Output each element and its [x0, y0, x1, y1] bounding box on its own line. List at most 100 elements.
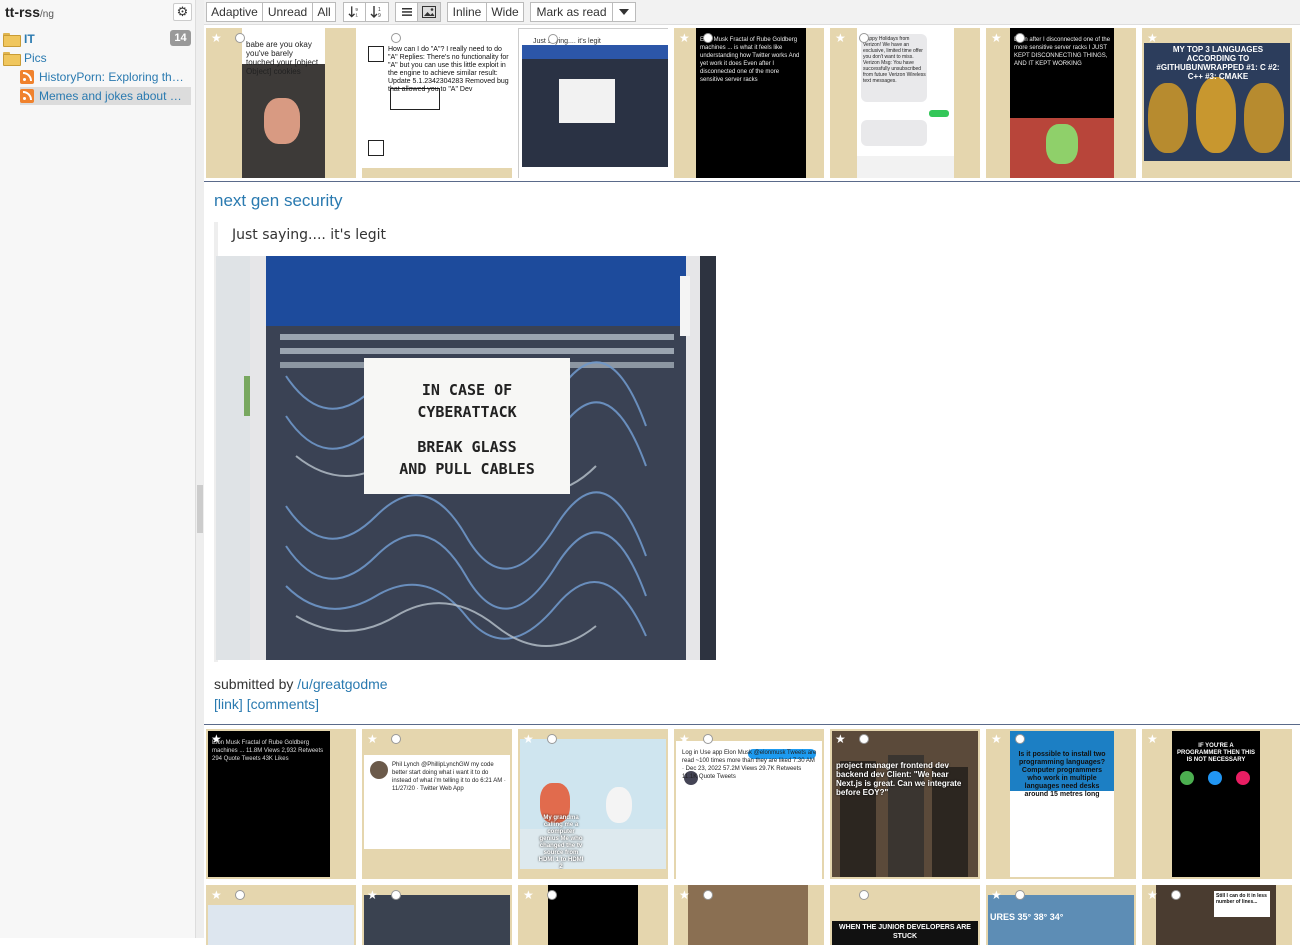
select-checkbox[interactable]: [391, 734, 401, 744]
grid-view-icon[interactable]: [417, 2, 441, 22]
headline-card[interactable]: ★: [206, 885, 356, 945]
thumbnail-caption: Log in Use app Elon Musk @elonmusk Tweet…: [682, 750, 817, 780]
thumbnail-image: WHEN THE JUNIOR DEVELOPERS ARE STUCK: [832, 921, 978, 945]
star-icon[interactable]: ★: [367, 889, 378, 901]
star-icon[interactable]: ★: [835, 733, 846, 745]
feed-item-historyporn[interactable]: HistoryPorn: Exploring the Past: [20, 68, 184, 86]
headline-card[interactable]: Just saying.... it's legit ★: [518, 28, 669, 179]
article-title-link[interactable]: next gen security: [214, 191, 343, 211]
feed-tree-sidebar: tt-rss/ng ⚙ IT 14 Pics HistoryPorn: Expl…: [0, 0, 196, 938]
headline-card[interactable]: ★: [362, 885, 512, 945]
star-icon[interactable]: ★: [1147, 733, 1158, 745]
thumbnail-image: Log in Use app Elon Musk @elonmusk Tweet…: [676, 741, 822, 879]
star-icon[interactable]: ★: [991, 733, 1002, 745]
headline-card[interactable]: URES 35° 38° 34° ★: [986, 885, 1136, 945]
feed-label: HistoryPorn: Exploring the Past: [39, 70, 184, 84]
headline-card[interactable]: Is it possible to install two programmin…: [986, 729, 1136, 879]
view-mode-all-button[interactable]: All: [312, 2, 336, 22]
chevron-down-icon[interactable]: [612, 2, 636, 22]
select-checkbox[interactable]: [235, 890, 245, 900]
select-checkbox[interactable]: [547, 890, 557, 900]
rss-icon: [20, 70, 34, 84]
thumbnail-image: How can I do "A"? I really need to do "A…: [362, 28, 512, 168]
star-icon[interactable]: ★: [211, 889, 222, 901]
select-checkbox[interactable]: [703, 890, 713, 900]
sidebar-splitter[interactable]: [196, 0, 204, 938]
thumbnail-caption: Happy Holidays from Verizon! We have an …: [863, 36, 926, 84]
star-icon[interactable]: ★: [679, 889, 690, 901]
star-icon[interactable]: ★: [211, 32, 222, 44]
thumbnail-caption: Elon Musk Fractal of Rube Goldberg machi…: [700, 37, 800, 83]
article-image[interactable]: IN CASE OF CYBERATTACK BREAK GLASS AND P…: [216, 256, 716, 660]
inline-mode-button[interactable]: Inline: [447, 2, 486, 22]
wide-mode-button[interactable]: Wide: [486, 2, 524, 22]
star-icon[interactable]: ★: [367, 32, 378, 44]
star-icon[interactable]: ★: [524, 33, 535, 45]
sort-ascending-icon[interactable]: 19: [365, 2, 389, 22]
sort-descending-icon[interactable]: 91: [343, 2, 365, 22]
headline-card[interactable]: Log in Use app Elon Musk @elonmusk Tweet…: [674, 729, 824, 879]
select-checkbox[interactable]: [859, 890, 869, 900]
select-checkbox[interactable]: [235, 33, 245, 43]
thumbnail-caption: babe are you okay you've barely touched …: [246, 40, 319, 76]
headline-card[interactable]: Happy Holidays from Verizon! We have an …: [830, 28, 980, 178]
article-link[interactable]: [link]: [214, 696, 243, 712]
star-icon[interactable]: ★: [1147, 32, 1158, 44]
author-link[interactable]: /u/greatgodme: [297, 676, 387, 692]
star-icon[interactable]: ★: [523, 889, 534, 901]
star-icon[interactable]: ★: [991, 889, 1002, 901]
comments-link[interactable]: [comments]: [247, 696, 319, 712]
star-icon[interactable]: ★: [679, 733, 690, 745]
gear-icon[interactable]: ⚙: [173, 3, 192, 21]
thumbnail-caption: project manager frontend dev backend dev…: [836, 761, 962, 797]
category-it[interactable]: IT: [3, 30, 35, 48]
select-checkbox[interactable]: [1171, 890, 1181, 900]
select-checkbox[interactable]: [391, 890, 401, 900]
category-pics[interactable]: Pics: [3, 49, 47, 67]
select-checkbox[interactable]: [1015, 33, 1025, 43]
star-icon[interactable]: ★: [835, 32, 846, 44]
headline-card[interactable]: Phil Lynch @PhillipLynchGW my code bette…: [362, 729, 512, 879]
splitter-grip[interactable]: [197, 485, 203, 533]
select-checkbox[interactable]: [391, 33, 401, 43]
star-icon[interactable]: ★: [211, 733, 222, 745]
thumbnail-caption: WHEN THE JUNIOR DEVELOPERS ARE STUCK: [839, 924, 971, 940]
star-icon[interactable]: ★: [991, 32, 1002, 44]
headline-card[interactable]: Elon Musk Fractal of Rube Goldberg machi…: [674, 28, 824, 178]
select-checkbox[interactable]: [703, 33, 713, 43]
headline-card[interactable]: My grandma calling me a computer genius …: [518, 729, 668, 879]
headline-card[interactable]: ★: [518, 885, 668, 945]
thumbnail-image: My grandma calling me a computer genius …: [520, 739, 666, 869]
headline-card[interactable]: ★: [674, 885, 824, 945]
mark-as-read-button[interactable]: Mark as read: [530, 2, 612, 22]
headline-card[interactable]: IF YOU'RE A PROGRAMMER THEN THIS IS NOT …: [1142, 729, 1292, 879]
feed-label: Memes and jokes about programming: [39, 89, 184, 103]
headline-card[interactable]: How can I do "A"? I really need to do "A…: [362, 28, 512, 178]
select-checkbox[interactable]: [1015, 734, 1025, 744]
app-logo: tt-rss/ng: [5, 4, 54, 20]
select-checkbox[interactable]: [1015, 890, 1025, 900]
star-icon[interactable]: ★: [523, 733, 534, 745]
star-icon[interactable]: ★: [367, 733, 378, 745]
headline-card[interactable]: project manager frontend dev backend dev…: [830, 729, 980, 879]
select-checkbox[interactable]: [859, 33, 869, 43]
headline-card[interactable]: WHEN THE JUNIOR DEVELOPERS ARE STUCK: [830, 885, 980, 945]
view-mode-adaptive-button[interactable]: Adaptive: [206, 2, 262, 22]
headline-card[interactable]: babe are you okay you've barely touched …: [206, 28, 356, 178]
select-checkbox[interactable]: [548, 34, 558, 44]
category-label: IT: [24, 32, 35, 46]
list-view-icon[interactable]: [395, 2, 417, 22]
headline-card[interactable]: Even after I disconnected one of the mor…: [986, 28, 1136, 178]
headline-card[interactable]: Elon Musk Fractal of Rube Goldberg machi…: [206, 729, 356, 879]
star-icon[interactable]: ★: [1147, 889, 1158, 901]
feed-item-memes[interactable]: Memes and jokes about programming: [20, 87, 191, 105]
thumbnail-caption: My grandma calling me a computer genius …: [538, 815, 584, 869]
select-checkbox[interactable]: [547, 734, 557, 744]
select-checkbox[interactable]: [703, 734, 713, 744]
thumbnail-strip-top: babe are you okay you've barely touched …: [204, 26, 1300, 181]
headline-card[interactable]: Still I can do it in less number of line…: [1142, 885, 1292, 945]
star-icon[interactable]: ★: [679, 32, 690, 44]
headline-card[interactable]: MY TOP 3 LANGUAGES ACCORDING TO #GITHUBU…: [1142, 28, 1292, 178]
view-mode-unread-button[interactable]: Unread: [262, 2, 312, 22]
select-checkbox[interactable]: [859, 734, 869, 744]
